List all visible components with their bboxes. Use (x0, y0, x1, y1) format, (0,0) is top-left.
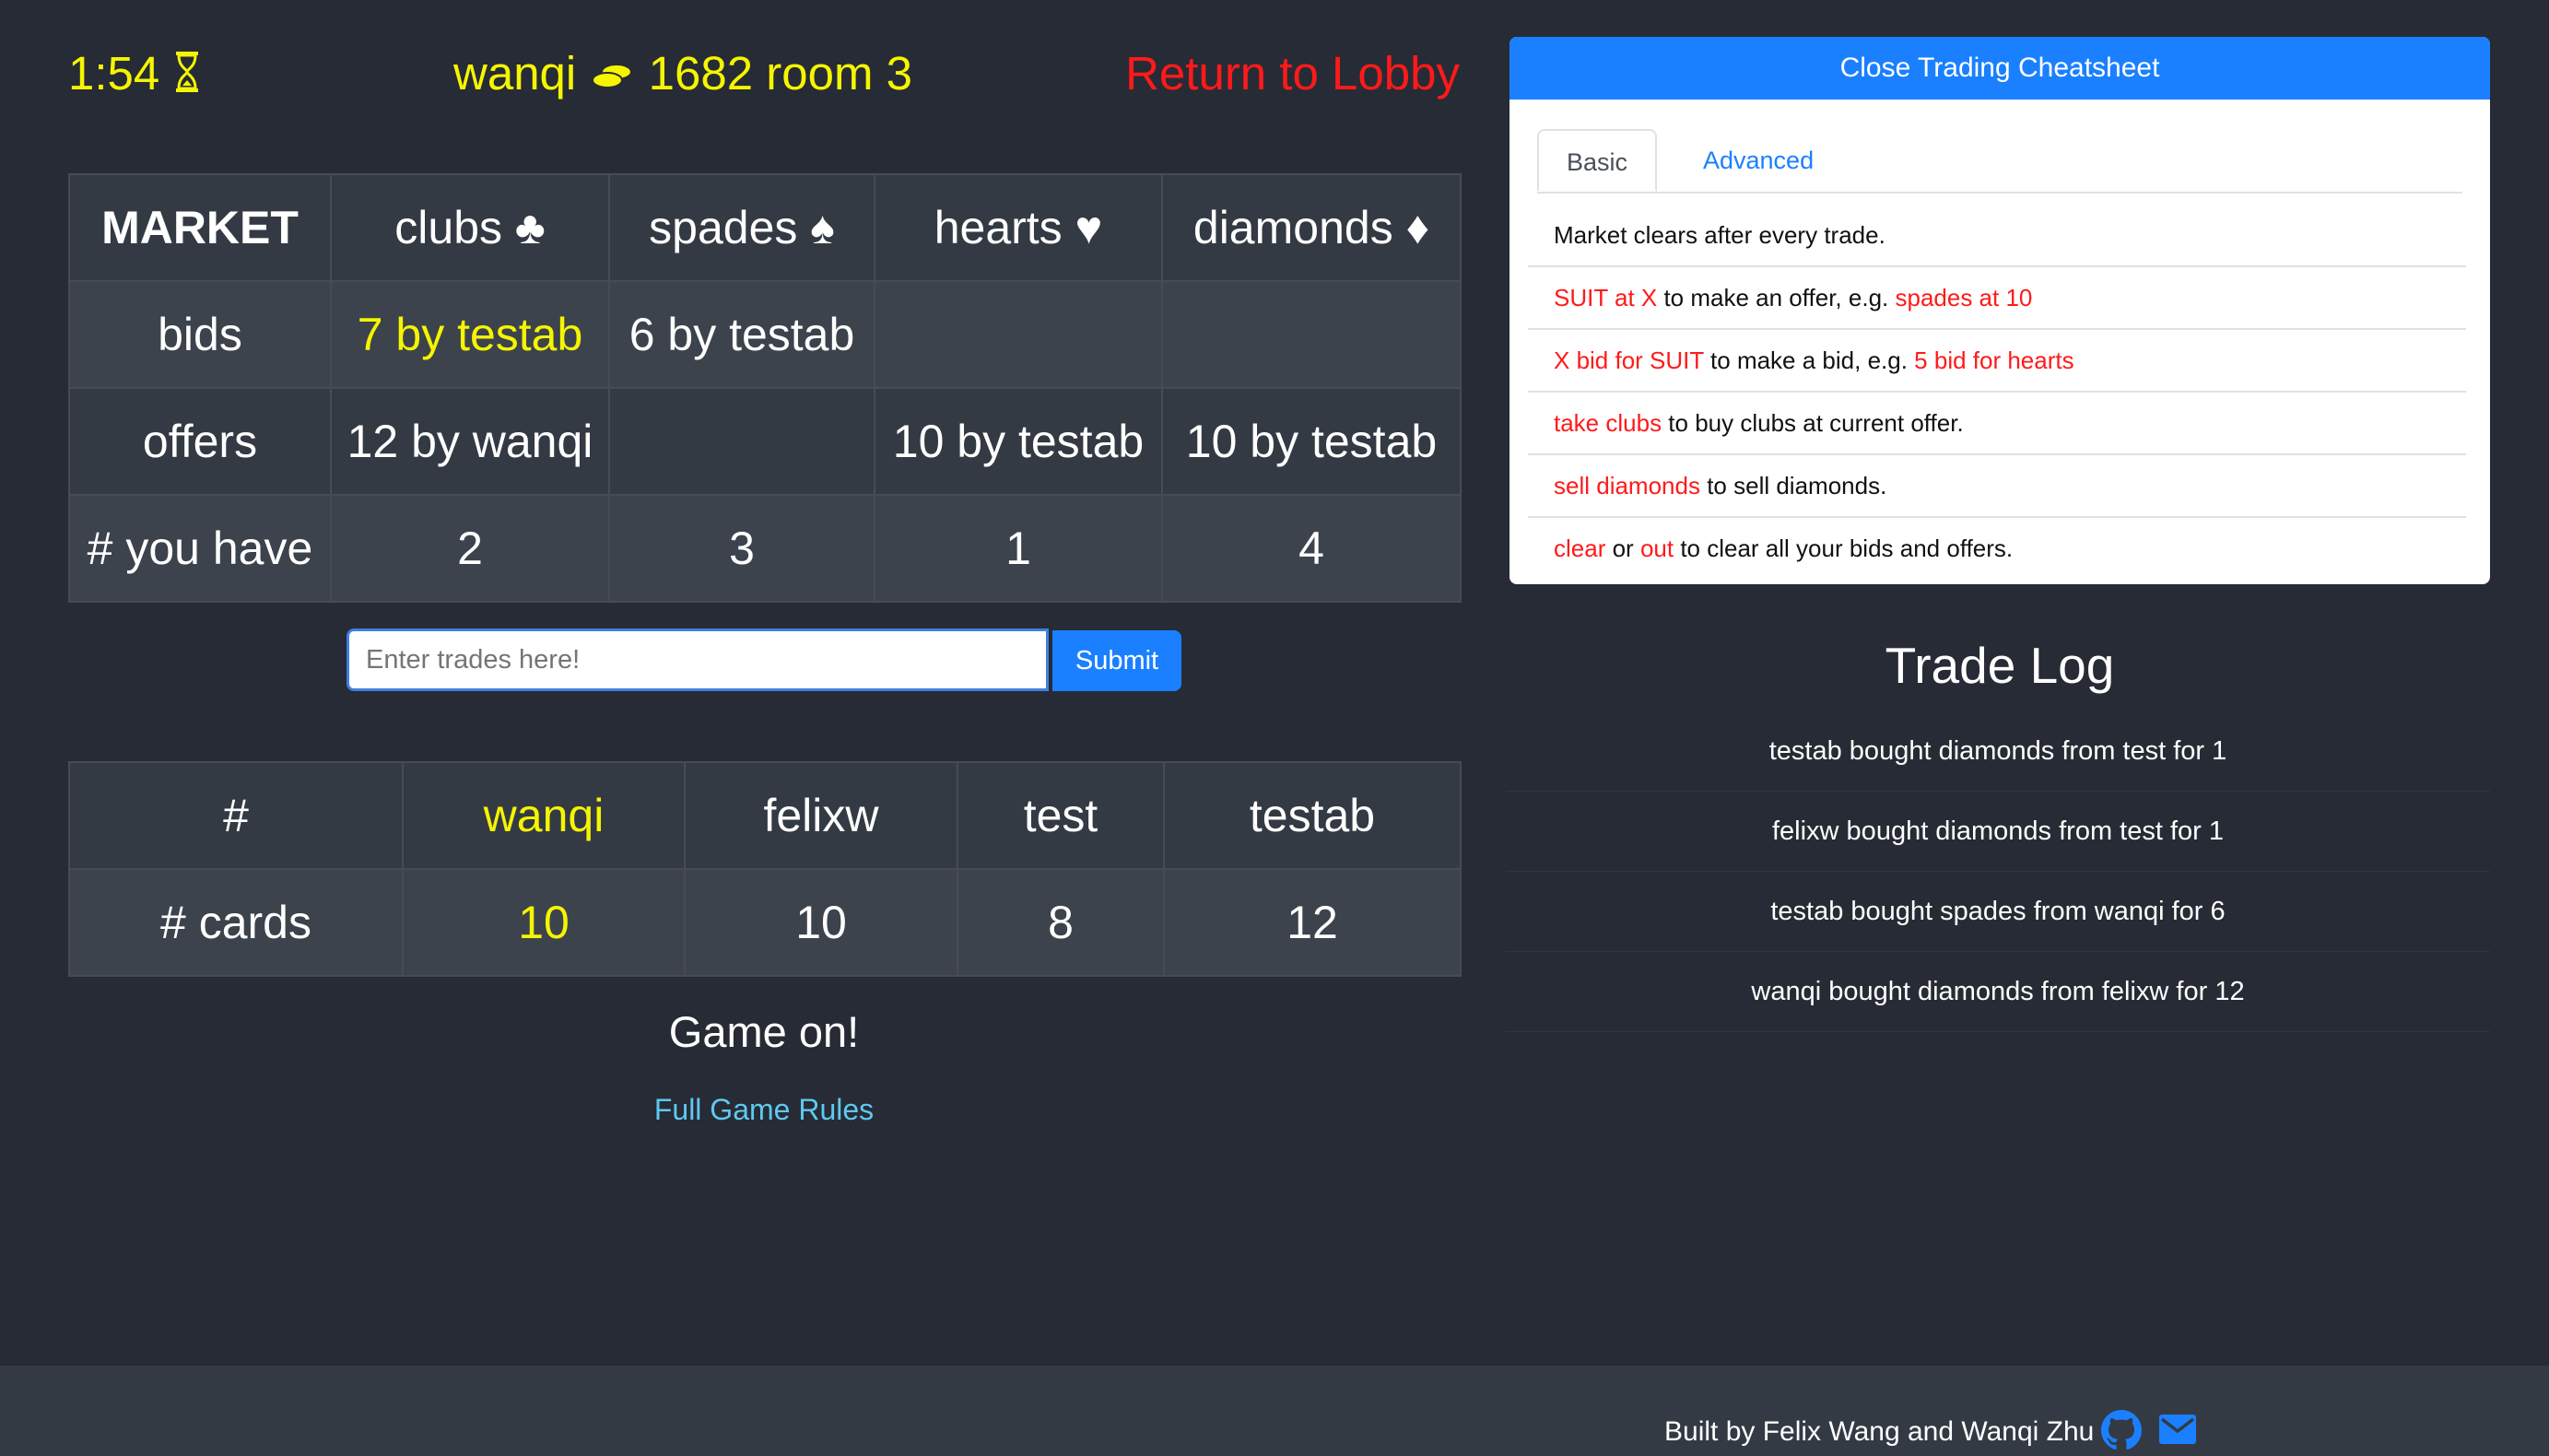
player-name-wanqi: wanqi (402, 761, 686, 870)
players-header-row: # wanqi felixw test testab (68, 761, 1462, 870)
rule-make-offer: SUIT at X to make an offer, e.g. spades … (1528, 267, 2466, 330)
full-game-rules-link[interactable]: Full Game Rules (68, 1093, 1460, 1127)
trade-log-title: Trade Log (1885, 637, 2115, 694)
footer: Built by Felix Wang and Wanqi Zhu (0, 1366, 2549, 1456)
rule-make-bid: X bid for SUIT to make a bid, e.g. 5 bid… (1528, 330, 2466, 393)
spades-offer (608, 387, 875, 496)
trade-log-list: testab bought diamonds from test for 1 f… (1506, 711, 2490, 1032)
hearts-bid (874, 280, 1163, 389)
rule-text: to buy clubs at current offer. (1662, 409, 1964, 437)
rule-text: to make a bid, e.g. (1703, 346, 1915, 374)
market-header: MARKET (68, 173, 332, 282)
clubs-header: clubs ♣ (330, 173, 610, 282)
player-name: wanqi (453, 47, 577, 100)
rule-keyword: X bid for SUIT (1554, 346, 1704, 374)
close-cheatsheet-button[interactable]: Close Trading Cheatsheet (1509, 37, 2490, 100)
spades-header: spades ♠ (608, 173, 875, 282)
market-header-row: MARKET clubs ♣ spades ♠ hearts ♥ diamond… (68, 173, 1462, 282)
players-header-label: # (68, 761, 404, 870)
offers-row: offers 12 by wanqi 10 by testab 10 by te… (68, 387, 1462, 496)
cards-felixw: 10 (684, 868, 958, 977)
bids-row: bids 7 by testab 6 by testab (68, 280, 1462, 389)
player-info: wanqi 1682 room 3 (453, 37, 912, 114)
rule-text: to make an offer, e.g. (1657, 284, 1896, 311)
rule-keyword: SUIT at X (1554, 284, 1658, 311)
cards-testab: 12 (1163, 868, 1462, 977)
rule-sell: sell diamonds to sell diamonds. (1528, 455, 2466, 518)
rule-text: Market clears after every trade. (1554, 221, 1885, 249)
rule-text: to sell diamonds. (1699, 472, 1887, 499)
tab-advanced[interactable]: Advanced (1675, 129, 1841, 192)
cards-row: # cards 10 10 8 12 (68, 868, 1462, 977)
players-table: # wanqi felixw test testab # cards 10 10… (68, 761, 1462, 977)
hourglass-icon (172, 41, 202, 114)
holdings-label: # you have (68, 494, 332, 603)
cards-label: # cards (68, 868, 404, 977)
trade-log-entry: testab bought diamonds from test for 1 (1506, 711, 2490, 792)
coins-icon (589, 41, 635, 114)
player-name-testab: testab (1163, 761, 1462, 870)
spades-bid: 6 by testab (608, 280, 875, 389)
trading-cheatsheet: Close Trading Cheatsheet Basic Advanced … (1509, 37, 2490, 584)
return-to-lobby-link[interactable]: Return to Lobby (1125, 37, 1460, 111)
cards-test: 8 (957, 868, 1165, 977)
rule-keyword: clear (1554, 534, 1606, 562)
market-table: MARKET clubs ♣ spades ♠ hearts ♥ diamond… (68, 173, 1462, 603)
game-status: Game on! (668, 1007, 860, 1056)
holdings-row: # you have 2 3 1 4 (68, 494, 1462, 603)
trade-log-entry: wanqi bought diamonds from felixw for 12 (1506, 952, 2490, 1032)
cheatsheet-tabs: Basic Advanced (1537, 129, 2462, 194)
submit-button[interactable]: Submit (1052, 630, 1181, 691)
rule-keyword: sell diamonds (1554, 472, 1700, 499)
rule-keyword: out (1639, 534, 1674, 562)
timer-value: 1:54 (68, 47, 160, 100)
game-timer: 1:54 (68, 37, 202, 114)
spades-holding: 3 (608, 494, 875, 603)
cheatsheet-rules: Market clears after every trade. SUIT at… (1528, 205, 2466, 579)
hearts-holding: 1 (874, 494, 1163, 603)
footer-credit: Built by Felix Wang and Wanqi Zhu (1664, 1416, 2095, 1447)
offers-label: offers (68, 387, 332, 496)
clubs-bid: 7 by testab (330, 280, 610, 389)
mail-icon[interactable] (2158, 1414, 2197, 1450)
rule-market-clears: Market clears after every trade. (1528, 205, 2466, 267)
rule-clear: clear or out to clear all your bids and … (1528, 518, 2466, 579)
trade-log-entry: testab bought spades from wanqi for 6 (1506, 872, 2490, 952)
hearts-header: hearts ♥ (874, 173, 1163, 282)
trade-form: Submit (347, 628, 1181, 693)
trade-log-entry: felixw bought diamonds from test for 1 (1506, 792, 2490, 872)
rule-text: to clear all your bids and offers. (1674, 534, 2014, 562)
bids-label: bids (68, 280, 332, 389)
coins-and-room: 1682 room 3 (648, 47, 912, 100)
github-icon[interactable] (2101, 1410, 2142, 1455)
tab-basic[interactable]: Basic (1537, 129, 1658, 192)
rule-keyword: take clubs (1554, 409, 1662, 437)
game-header: 1:54 wanqi 1682 room 3 Return to Lobby (68, 37, 1460, 111)
trade-input[interactable] (347, 628, 1049, 691)
cards-wanqi: 10 (402, 868, 686, 977)
player-name-test: test (957, 761, 1165, 870)
diamonds-header: diamonds ♦ (1161, 173, 1462, 282)
hearts-offer: 10 by testab (874, 387, 1163, 496)
diamonds-holding: 4 (1161, 494, 1462, 603)
player-name-felixw: felixw (684, 761, 958, 870)
rule-text: or (1605, 534, 1640, 562)
rule-example: 5 bid for hearts (1914, 346, 2074, 374)
diamonds-bid (1161, 280, 1462, 389)
rule-take: take clubs to buy clubs at current offer… (1528, 393, 2466, 455)
rule-example: spades at 10 (1895, 284, 2033, 311)
clubs-offer: 12 by wanqi (330, 387, 610, 496)
clubs-holding: 2 (330, 494, 610, 603)
diamonds-offer: 10 by testab (1161, 387, 1462, 496)
